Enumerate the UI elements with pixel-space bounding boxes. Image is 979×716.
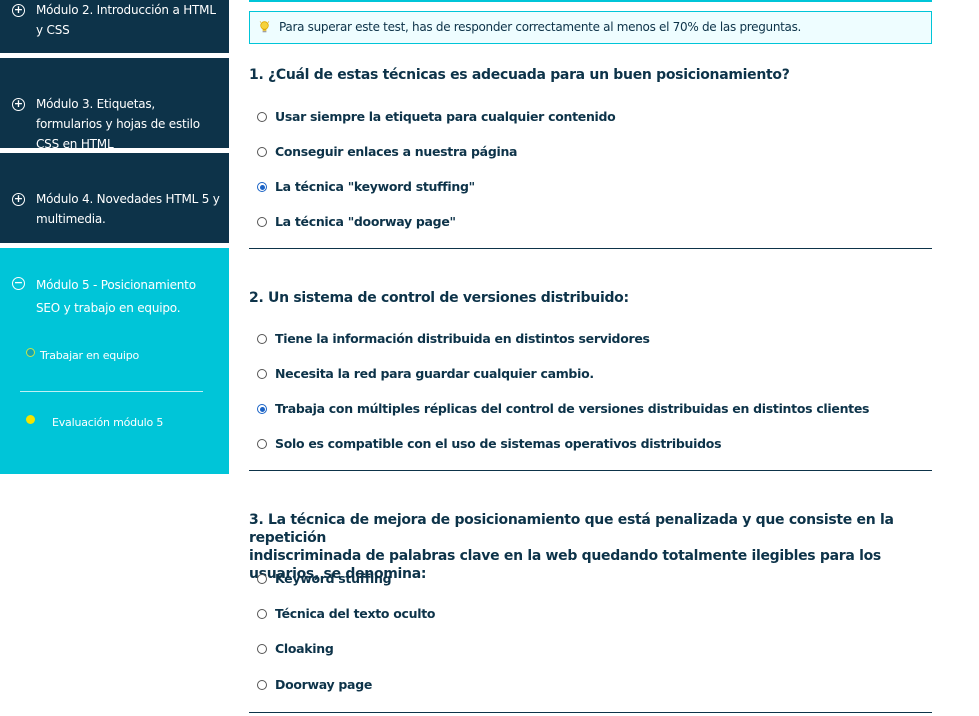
option-label: Doorway page bbox=[275, 677, 373, 692]
option-label: Necesita la red para guardar cualquier c… bbox=[275, 366, 594, 381]
collapse-minus-icon[interactable]: − bbox=[12, 277, 25, 290]
question-2-title: 2. Un sistema de control de versiones di… bbox=[249, 290, 629, 306]
expand-plus-icon[interactable]: + bbox=[12, 98, 25, 111]
option-label: Usar siempre la etiqueta para cualquier … bbox=[275, 109, 616, 124]
hint-box: Para superar este test, has de responder… bbox=[249, 11, 932, 44]
option-label: Keyword stuffing bbox=[275, 571, 392, 586]
radio-button[interactable] bbox=[257, 680, 267, 690]
current-item-dot-icon bbox=[26, 415, 35, 424]
sidebar-module-4[interactable]: + Módulo 4. Novedades HTML 5 y multimedi… bbox=[0, 153, 229, 243]
radio-button-selected[interactable] bbox=[257, 182, 267, 192]
sidebar-divider bbox=[20, 391, 203, 392]
radio-button[interactable] bbox=[257, 439, 267, 449]
lightbulb-icon bbox=[259, 21, 270, 33]
sidebar-module-title: Módulo 2. Introducción a HTML y CSS bbox=[36, 3, 216, 37]
expand-plus-icon[interactable]: + bbox=[12, 193, 25, 206]
sidebar-subitem-evaluacion[interactable]: Evaluación módulo 5 bbox=[52, 416, 163, 429]
radio-button[interactable] bbox=[257, 609, 267, 619]
radio-button[interactable] bbox=[257, 334, 267, 344]
radio-button-selected[interactable] bbox=[257, 404, 267, 414]
sidebar-module-2[interactable]: + Módulo 2. Introducción a HTML y CSS bbox=[0, 0, 229, 53]
radio-button[interactable] bbox=[257, 644, 267, 654]
option-label: Conseguir enlaces a nuestra página bbox=[275, 144, 518, 159]
progress-dot-icon bbox=[26, 348, 35, 357]
question-3-title-line-1: 3. La técnica de mejora de posicionamien… bbox=[249, 512, 894, 546]
question-divider bbox=[249, 470, 932, 471]
question-1-title: 1. ¿Cuál de estas técnicas es adecuada p… bbox=[249, 67, 790, 83]
radio-button[interactable] bbox=[257, 369, 267, 379]
option-label: Cloaking bbox=[275, 641, 334, 656]
option-label: Tiene la información distribuida en dist… bbox=[275, 331, 650, 346]
top-border bbox=[249, 0, 932, 2]
radio-button[interactable] bbox=[257, 217, 267, 227]
option-label: Técnica del texto oculto bbox=[275, 606, 436, 621]
option-label: Solo es compatible con el uso de sistema… bbox=[275, 436, 722, 451]
option-label: La técnica "keyword stuffing" bbox=[275, 179, 475, 194]
hint-text: Para superar este test, has de responder… bbox=[279, 20, 802, 34]
question-divider bbox=[249, 712, 932, 713]
radio-button[interactable] bbox=[257, 574, 267, 584]
radio-button[interactable] bbox=[257, 112, 267, 122]
option-label: La técnica "doorway page" bbox=[275, 214, 456, 229]
sidebar-subitem-trabajar[interactable]: Trabajar en equipo bbox=[40, 349, 139, 362]
expand-plus-icon[interactable]: + bbox=[12, 4, 25, 17]
sidebar-module-title: Módulo 4. Novedades HTML 5 y multimedia. bbox=[36, 192, 220, 226]
sidebar-module-title: Módulo 3. Etiquetas, formularios y hojas… bbox=[36, 97, 200, 151]
question-divider bbox=[249, 248, 932, 249]
sidebar-module-3[interactable]: + Módulo 3. Etiquetas, formularios y hoj… bbox=[0, 58, 229, 151]
radio-button[interactable] bbox=[257, 147, 267, 157]
option-label: Trabaja con múltiples réplicas del contr… bbox=[275, 401, 870, 416]
module-sidebar: + Módulo 2. Introducción a HTML y CSS + … bbox=[0, 0, 229, 716]
sidebar-module-5[interactable]: − Módulo 5 - Posicionamiento SEO y traba… bbox=[0, 248, 229, 474]
sidebar-module-title: Módulo 5 - Posicionamiento SEO y trabajo… bbox=[36, 278, 196, 315]
